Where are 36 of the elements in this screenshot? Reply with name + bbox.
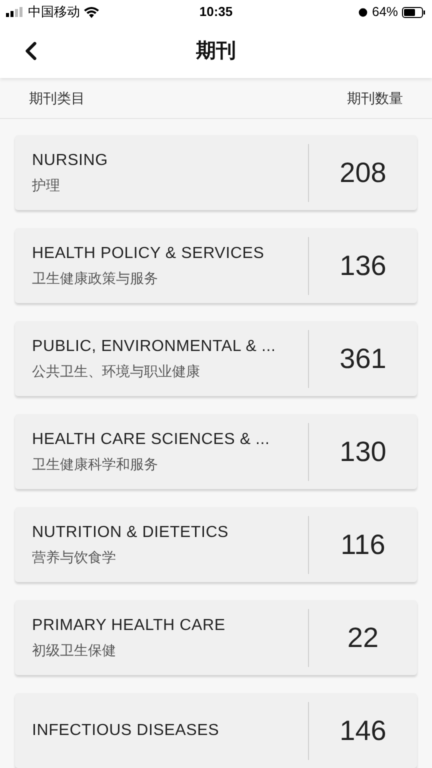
category-name: INFECTIOUS DISEASES (32, 720, 220, 740)
category-card[interactable]: NURSING 护理 208 (15, 135, 417, 210)
category-chinese-name: 卫生健康政策与服务 (32, 269, 159, 288)
wifi-icon (84, 6, 99, 18)
category-name: NURSING (32, 151, 109, 171)
journal-count: 116 (340, 528, 386, 562)
category-chinese-name: 营养与饮食学 (32, 548, 117, 567)
category-name: HEALTH CARE SCIENCES & ... (32, 430, 271, 450)
journal-count: 22 (347, 620, 379, 654)
category-card[interactable]: HEALTH POLICY & SERVICES 卫生健康政策与服务 136 (15, 228, 417, 303)
journal-count: 208 (340, 156, 386, 190)
category-card[interactable]: PUBLIC, ENVIRONMENTAL & ... 公共卫生、环境与职业健康 361 (15, 321, 417, 396)
category-card[interactable]: HEALTH CARE SCIENCES & ... 卫生健康科学和服务 130 (15, 414, 417, 489)
carrier-name: 中国移动 (28, 3, 80, 22)
category-chinese-name: 护理 (32, 176, 61, 195)
category-name: PUBLIC, ENVIRONMENTAL & ... (32, 337, 277, 357)
battery-icon (402, 6, 426, 18)
category-chinese-name: 初级卫生保健 (32, 641, 117, 660)
journal-count: 136 (340, 248, 386, 282)
category-name: PRIMARY HEALTH CARE (32, 616, 226, 636)
category-name: HEALTH POLICY & SERVICES (32, 244, 266, 264)
journal-count: 130 (340, 434, 386, 468)
category-card[interactable]: PRIMARY HEALTH CARE 初级卫生保健 22 (15, 600, 417, 675)
column-header: 期刊类目 (29, 88, 85, 108)
category-chinese-name: 卫生健康科学和服务 (32, 455, 159, 474)
signal-icon (6, 7, 24, 17)
journal-count: 361 (340, 342, 386, 376)
column-header: 期刊数量 (347, 88, 403, 108)
clock-time: 10:35 (199, 3, 233, 22)
category-chinese-name: 公共卫生、环境与职业健康 (32, 362, 201, 381)
page-title: 期刊 (196, 39, 236, 64)
journal-count: 146 (340, 714, 386, 748)
category-card[interactable]: NUTRITION & DIETETICS 营养与饮食学 116 (15, 507, 417, 582)
category-name: NUTRITION & DIETETICS (32, 523, 230, 543)
category-card[interactable]: INFECTIOUS DISEASES 146 (15, 693, 417, 768)
battery-percent: 64% (372, 3, 398, 22)
